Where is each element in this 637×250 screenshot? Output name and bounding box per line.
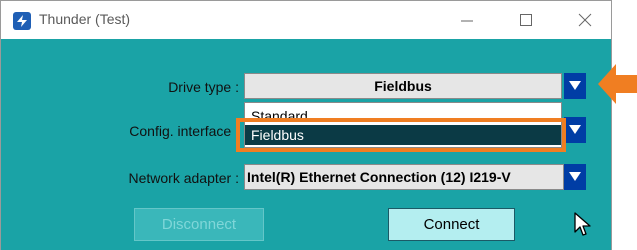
close-icon[interactable] <box>572 9 598 31</box>
config-interface-dropdown-arrow[interactable] <box>564 117 586 143</box>
network-adapter-select[interactable]: Intel(R) Ethernet Connection (12) I219-V <box>244 164 564 190</box>
chevron-down-icon <box>569 121 581 139</box>
drive-type-options-list: Standard Fieldbus <box>244 102 562 148</box>
connect-button[interactable]: Connect <box>388 208 515 241</box>
connect-button-label: Connect <box>423 216 480 233</box>
disconnect-button[interactable]: Disconnect <box>134 208 264 241</box>
mouse-cursor-icon <box>574 212 592 243</box>
disconnect-button-label: Disconnect <box>161 216 237 233</box>
network-adapter-label: Network adapter : <box>128 170 240 186</box>
chevron-down-icon <box>569 168 581 186</box>
app-logo-icon <box>13 12 31 30</box>
maximize-icon[interactable] <box>513 9 539 31</box>
network-adapter-value: Intel(R) Ethernet Connection (12) I219-V <box>247 169 511 185</box>
drive-type-select[interactable]: Fieldbus <box>244 73 562 99</box>
config-interface-label: Config. interface : <box>129 123 239 139</box>
option-standard[interactable]: Standard <box>245 106 561 126</box>
network-adapter-dropdown-arrow[interactable] <box>564 164 586 190</box>
chevron-down-icon <box>569 77 581 95</box>
minimize-icon[interactable] <box>454 9 480 31</box>
drive-type-dropdown-arrow[interactable] <box>564 73 586 99</box>
option-fieldbus[interactable]: Fieldbus <box>245 125 561 145</box>
arrow-pointer-icon <box>598 64 637 109</box>
app-window: Thunder (Test) Drive type : Fieldbus Sta… <box>0 0 612 250</box>
title-bar[interactable]: Thunder (Test) <box>1 1 611 39</box>
window-title: Thunder (Test) <box>39 11 131 27</box>
drive-type-label: Drive type : <box>168 79 239 95</box>
drive-type-value: Fieldbus <box>374 78 432 94</box>
